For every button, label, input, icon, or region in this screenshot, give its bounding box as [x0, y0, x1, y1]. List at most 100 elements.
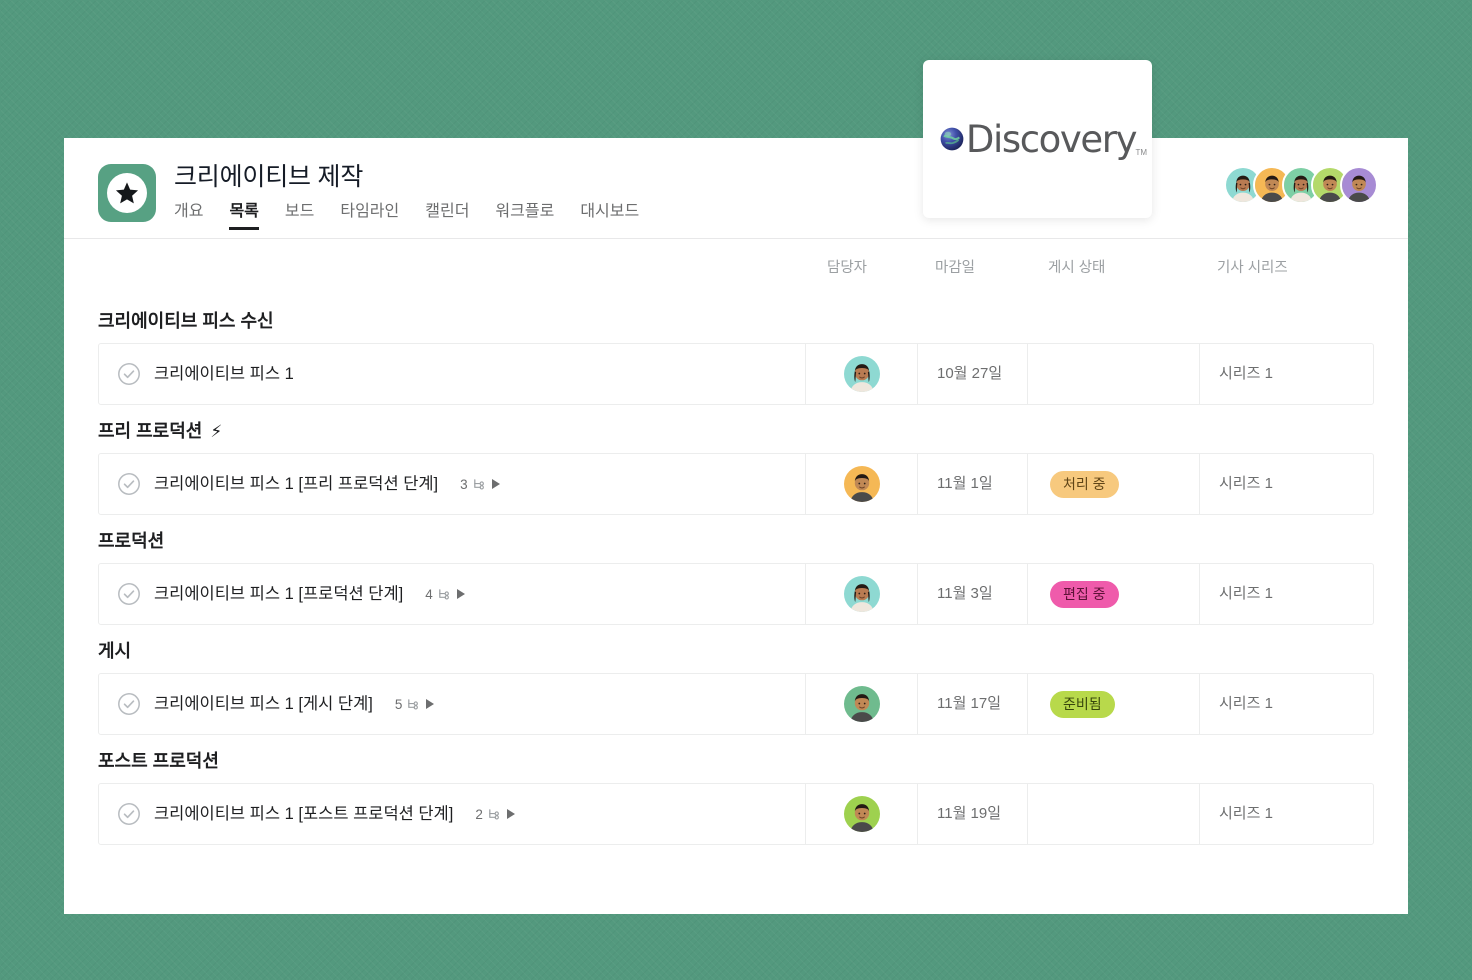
subtask-count: 5 — [394, 696, 403, 712]
avatar[interactable] — [843, 796, 880, 832]
avatar[interactable] — [843, 356, 880, 392]
task-title: 크리에이티브 피스 1 [게시 단계] — [154, 695, 373, 713]
subtask-count: 2 — [475, 806, 483, 822]
section-title-label: 프리 프로덕션 — [98, 421, 203, 441]
status-badge: 준비됨 — [1050, 690, 1115, 718]
subtask-branch-icon — [487, 807, 502, 822]
task-name-cell[interactable]: 크리에이티브 피스 1 [프리 프로덕션 단계] 3 — [99, 454, 805, 514]
due-date-value: 10월 27일 — [937, 365, 1003, 382]
trademark-symbol: TM — [1135, 147, 1148, 157]
task-title: 크리에이티브 피스 1 [프리 프로덕션 단계] — [154, 475, 439, 493]
section-title[interactable]: 크리에이티브 피스 수신 — [98, 297, 1374, 343]
section-title-label: 프로덕션 — [98, 531, 165, 551]
table-row[interactable]: 크리에이티브 피스 1 [프로덕션 단계] 4 11월 3일 편집 중 시리즈 1 — [98, 563, 1374, 625]
assignee-cell[interactable] — [805, 784, 917, 844]
complete-check-icon[interactable] — [117, 582, 141, 606]
subtask-indicator[interactable]: 3 — [460, 477, 501, 492]
expand-subtasks-icon[interactable] — [491, 478, 501, 490]
task-name-cell[interactable]: 크리에이티브 피스 1 [게시 단계] 5 — [99, 674, 805, 734]
series-cell[interactable]: 시리즈 1 — [1199, 454, 1371, 514]
complete-check-icon[interactable] — [117, 362, 141, 386]
task-name-cell[interactable]: 크리에이티브 피스 1 [포스트 프로덕션 단계] 2 — [99, 784, 805, 844]
avatar[interactable] — [1340, 166, 1378, 204]
table-row[interactable]: 크리에이티브 피스 1 [포스트 프로덕션 단계] 2 11월 19일 시리즈 1 — [98, 783, 1374, 845]
page-title: 크리에이티브 제작 — [174, 163, 364, 191]
avatar[interactable] — [843, 576, 880, 612]
section-title[interactable]: 포스트 프로덕션 — [98, 737, 1374, 783]
discovery-logo: Discovery TM — [939, 121, 1147, 158]
due-date-value: 11월 19일 — [937, 805, 1002, 822]
complete-check-icon[interactable] — [117, 802, 141, 826]
due-date-cell[interactable]: 11월 17일 — [917, 674, 1027, 734]
subtask-indicator[interactable]: 4 — [425, 587, 466, 602]
expand-subtasks-icon[interactable] — [506, 808, 516, 820]
status-cell[interactable]: 준비됨 — [1027, 674, 1199, 734]
series-cell[interactable]: 시리즈 1 — [1199, 564, 1371, 624]
tab-calendar[interactable]: 캘린더 — [425, 201, 469, 230]
due-date-cell[interactable]: 10월 27일 — [917, 344, 1027, 404]
tab-timeline[interactable]: 타임라인 — [340, 201, 399, 230]
tab-list[interactable]: 목록 — [229, 201, 260, 230]
table-row[interactable]: 크리에이티브 피스 1 10월 27일 시리즈 1 — [98, 343, 1374, 405]
complete-check-icon[interactable] — [117, 692, 141, 716]
due-date-cell[interactable]: 11월 19일 — [917, 784, 1027, 844]
member-avatar-stack[interactable] — [1224, 166, 1378, 204]
tab-bar: 개요 목록 보드 타임라인 캘린더 워크플로 대시보드 — [174, 201, 639, 230]
star-icon-disc — [107, 173, 147, 213]
due-date-value: 11월 17일 — [937, 695, 1002, 712]
column-header-series: 기사 시리즈 — [1217, 260, 1288, 276]
status-cell[interactable]: 처리 중 — [1027, 454, 1199, 514]
series-value: 시리즈 1 — [1219, 475, 1273, 492]
app-header: 크리에이티브 제작 개요 목록 보드 타임라인 캘린더 워크플로 대시보드 — [64, 138, 1408, 238]
subtask-count: 4 — [425, 586, 433, 602]
section-title[interactable]: 게시 — [98, 627, 1374, 673]
series-value: 시리즈 1 — [1219, 805, 1273, 822]
tab-board[interactable]: 보드 — [285, 201, 314, 230]
table-row[interactable]: 크리에이티브 피스 1 [게시 단계] 5 11월 17일 준비됨 시리즈 1 — [98, 673, 1374, 735]
globe-icon — [940, 127, 964, 151]
section-title-label: 게시 — [98, 641, 132, 661]
avatar[interactable] — [843, 686, 880, 722]
expand-subtasks-icon[interactable] — [425, 698, 435, 710]
subtask-branch-icon — [406, 697, 421, 712]
assignee-cell[interactable] — [805, 674, 917, 734]
complete-check-icon[interactable] — [117, 472, 141, 496]
tab-overview[interactable]: 개요 — [174, 201, 203, 230]
avatar[interactable] — [843, 466, 880, 502]
series-cell[interactable]: 시리즈 1 — [1199, 344, 1371, 404]
status-badge: 처리 중 — [1050, 470, 1119, 498]
tab-dashboard[interactable]: 대시보드 — [580, 201, 639, 230]
subtask-count: 3 — [460, 476, 468, 492]
task-section: 크리에이티브 피스 수신 크리에이티브 피스 1 10월 27일 시리즈 1 — [98, 297, 1374, 405]
assignee-cell[interactable] — [805, 564, 917, 624]
due-date-cell[interactable]: 11월 3일 — [917, 564, 1027, 624]
series-cell[interactable]: 시리즈 1 — [1199, 784, 1371, 844]
task-name-cell[interactable]: 크리에이티브 피스 1 [프로덕션 단계] 4 — [99, 564, 805, 624]
task-section: 프로덕션 크리에이티브 피스 1 [프로덕션 단계] 4 11월 3일 편집 중 시리… — [98, 517, 1374, 625]
due-date-cell[interactable]: 11월 1일 — [917, 454, 1027, 514]
subtask-indicator[interactable]: 2 — [475, 807, 516, 822]
series-value: 시리즈 1 — [1219, 695, 1273, 712]
subtask-branch-icon — [437, 587, 452, 602]
section-title[interactable]: 프로덕션 — [98, 517, 1374, 563]
task-section: 포스트 프로덕션 크리에이티브 피스 1 [포스트 프로덕션 단계] 2 11월 … — [98, 737, 1374, 845]
status-cell[interactable]: 편집 중 — [1027, 564, 1199, 624]
due-date-value: 11월 3일 — [937, 585, 993, 602]
series-cell[interactable]: 시리즈 1 — [1199, 674, 1371, 734]
status-cell[interactable] — [1027, 344, 1199, 404]
section-title-label: 포스트 프로덕션 — [98, 751, 219, 771]
assignee-cell[interactable] — [805, 454, 917, 514]
status-cell[interactable] — [1027, 784, 1199, 844]
task-name-cell[interactable]: 크리에이티브 피스 1 — [99, 344, 805, 404]
subtask-indicator[interactable]: 5 — [395, 697, 436, 712]
task-title: 크리에이티브 피스 1 [포스트 프로덕션 단계] — [154, 805, 454, 823]
due-date-value: 11월 1일 — [937, 475, 993, 492]
section-title-label: 크리에이티브 피스 수신 — [98, 311, 274, 331]
assignee-cell[interactable] — [805, 344, 917, 404]
section-title[interactable]: 프리 프로덕션 ⚡ — [98, 407, 1374, 453]
table-row[interactable]: 크리에이티브 피스 1 [프리 프로덕션 단계] 3 11월 1일 처리 중 시리즈 … — [98, 453, 1374, 515]
tab-workflow[interactable]: 워크플로 — [495, 201, 554, 230]
expand-subtasks-icon[interactable] — [456, 588, 466, 600]
star-project-icon[interactable] — [98, 164, 156, 222]
discovery-logo-card: Discovery TM — [923, 60, 1152, 218]
